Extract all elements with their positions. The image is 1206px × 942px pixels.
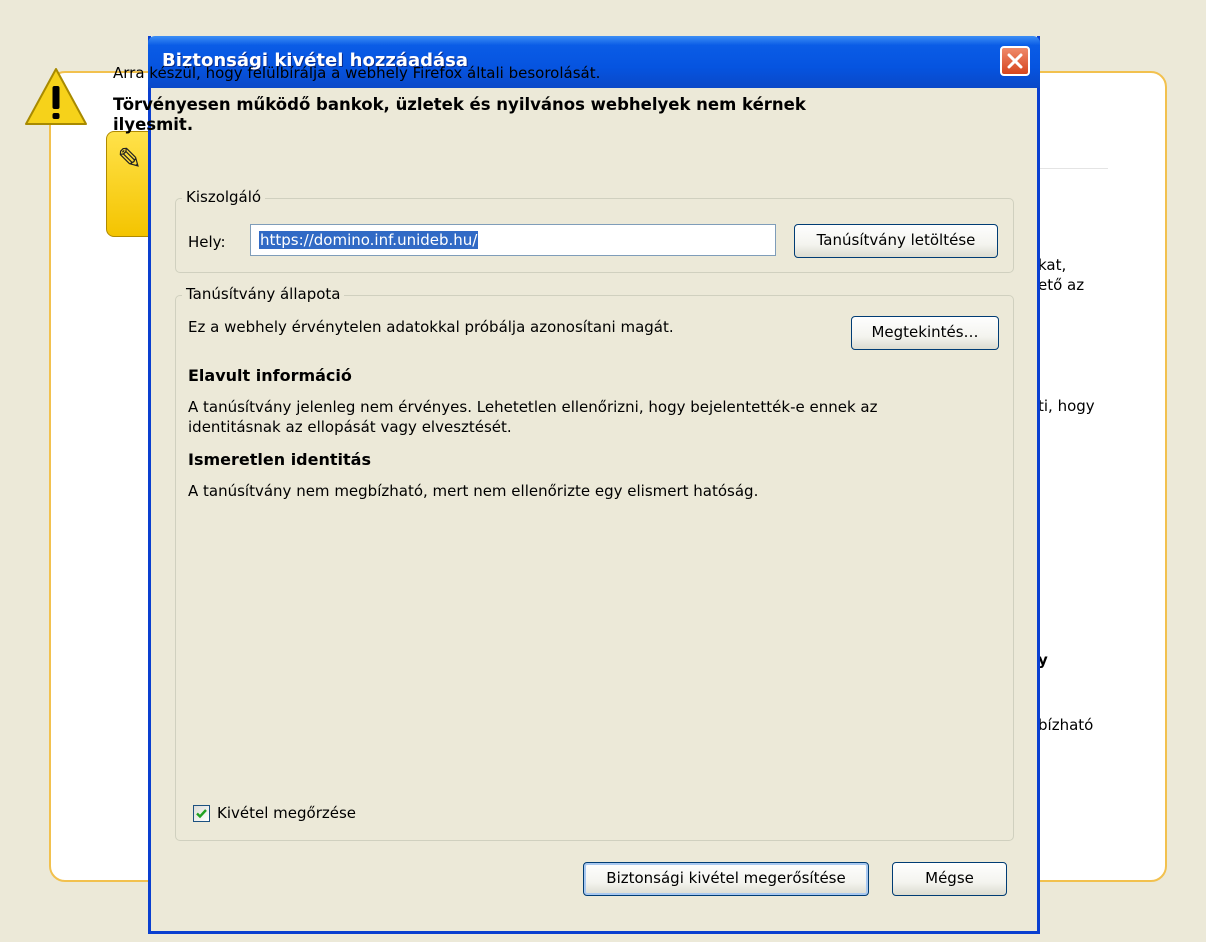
background-divider	[1038, 168, 1108, 169]
outdated-info-heading: Elavult információ	[188, 366, 352, 385]
location-input[interactable]: https://domino.inf.unideb.hu/	[250, 224, 776, 256]
confirm-exception-button[interactable]: Biztonsági kivétel megerősítése	[583, 862, 869, 896]
warning-message: Arra készül, hogy felülbírálja a webhely…	[113, 64, 601, 82]
view-certificate-button[interactable]: Megtekintés…	[851, 316, 999, 350]
background-text: ető az	[1038, 276, 1085, 294]
certificate-status-legend: Tanúsítvány állapota	[182, 285, 345, 303]
checkmark-icon	[196, 809, 207, 819]
outdated-info-text: identitásnak az ellopását vagy elvesztés…	[188, 418, 512, 436]
location-label: Hely:	[188, 233, 226, 251]
close-icon	[1007, 53, 1023, 69]
warning-icon	[25, 68, 87, 125]
certificate-summary: Ez a webhely érvénytelen adatokkal próbá…	[188, 318, 674, 336]
keep-exception-checkbox[interactable]	[193, 805, 210, 822]
location-input-value: https://domino.inf.unideb.hu/	[259, 231, 479, 249]
background-text: kat,	[1038, 256, 1067, 274]
server-group-legend: Kiszolgáló	[182, 188, 266, 206]
outdated-info-text: A tanúsítvány jelenleg nem érvényes. Leh…	[188, 398, 878, 416]
download-certificate-button[interactable]: Tanúsítvány letöltése	[794, 224, 998, 258]
unknown-identity-heading: Ismeretlen identitás	[188, 450, 371, 469]
background-text: bízható	[1038, 716, 1094, 734]
close-button[interactable]	[1000, 46, 1030, 76]
unknown-identity-text: A tanúsítvány nem megbízható, mert nem e…	[188, 482, 759, 500]
keep-exception-label[interactable]: Kivétel megőrzése	[217, 804, 356, 822]
warning-emphasis: Törvényesen működő bankok, üzletek és ny…	[113, 95, 806, 134]
background-text: ti, hogy	[1038, 397, 1095, 415]
cancel-button[interactable]: Mégse	[892, 862, 1007, 896]
